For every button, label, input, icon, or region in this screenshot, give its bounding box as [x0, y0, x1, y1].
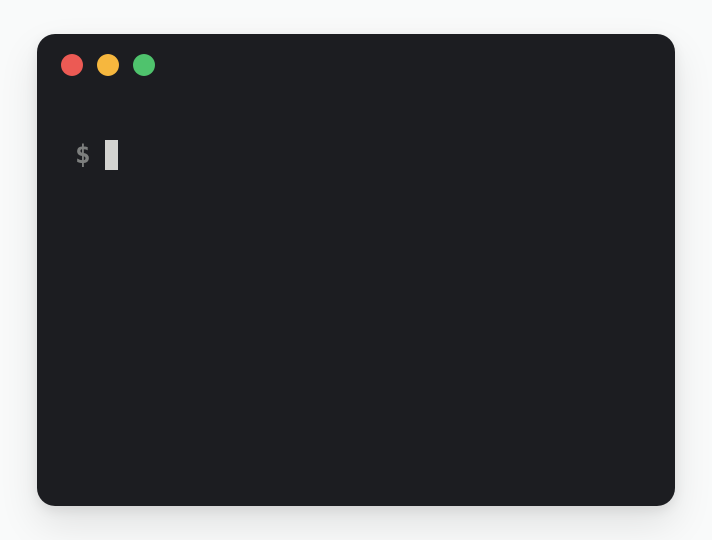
close-icon[interactable]	[61, 54, 83, 76]
prompt-line: $	[75, 140, 637, 170]
minimize-icon[interactable]	[97, 54, 119, 76]
terminal-window: $	[37, 34, 675, 506]
titlebar	[37, 34, 675, 96]
terminal-body[interactable]: $	[37, 96, 675, 506]
maximize-icon[interactable]	[133, 54, 155, 76]
cursor-icon	[105, 140, 118, 170]
prompt-symbol: $	[75, 140, 91, 170]
